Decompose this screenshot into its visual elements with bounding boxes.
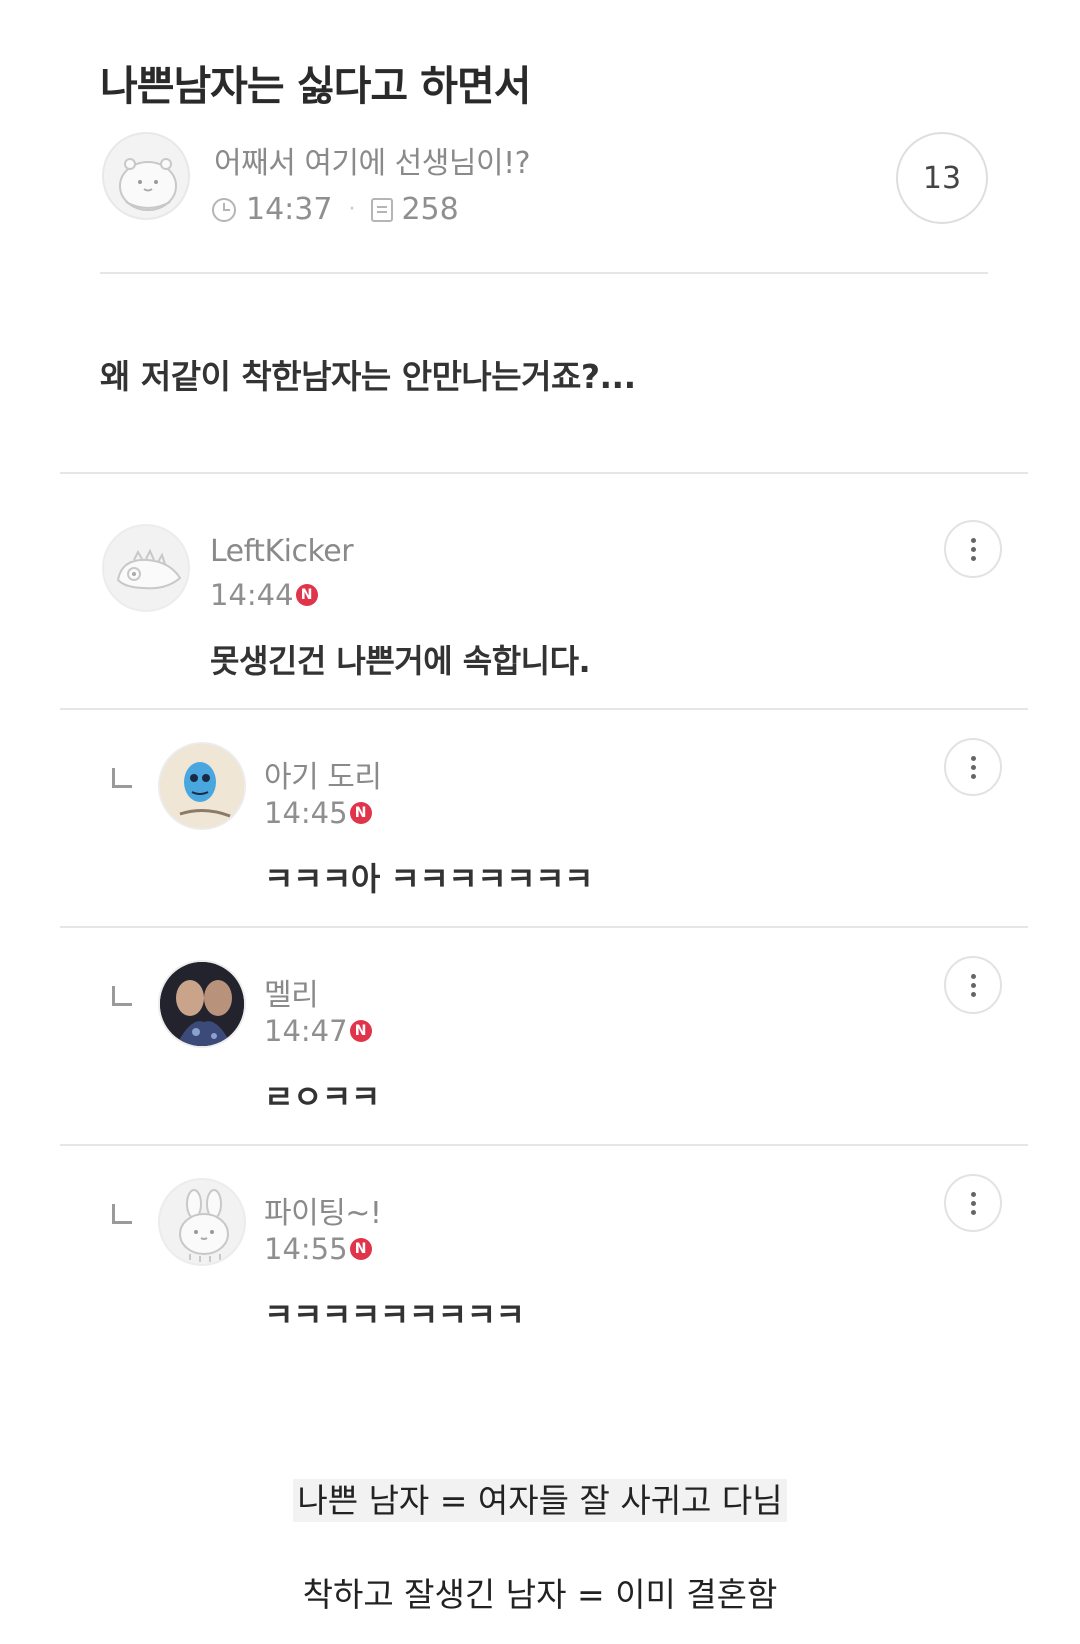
dot-icon <box>970 537 976 543</box>
comment-time: 14:45 N <box>264 796 372 830</box>
more-options-button[interactable] <box>944 738 1002 796</box>
comment-divider <box>60 1144 1028 1146</box>
dot-icon <box>970 1209 976 1215</box>
commenter-name[interactable]: 멜리 <box>264 970 319 1014</box>
comment-text: 못생긴건 나쁜거에 속합니다. <box>210 642 591 680</box>
clock-icon <box>212 197 236 222</box>
comment-time-text: 14:44 <box>210 578 294 612</box>
new-badge: N <box>349 1020 372 1042</box>
caption-text-1: 나쁜 남자 = 여자들 잘 사귀고 다님 <box>293 1479 787 1522</box>
author-name[interactable]: 어째서 여기에 선생님이!? <box>214 138 531 182</box>
comment-divider <box>60 926 1028 928</box>
new-badge: N <box>295 584 318 606</box>
dot-icon <box>970 1191 976 1197</box>
comment-time: 14:55 N <box>264 1232 372 1266</box>
dot-icon <box>970 773 976 779</box>
caption-line-1: 나쁜 남자 = 여자들 잘 사귀고 다님 <box>0 1474 1080 1522</box>
dot-icon <box>970 546 976 552</box>
more-options-button[interactable] <box>944 956 1002 1014</box>
blue-fish-avatar-icon <box>160 744 244 828</box>
post-meta: 14:37 · 258 <box>212 192 459 227</box>
author-avatar[interactable] <box>102 132 190 220</box>
comment-time: 14:47 N <box>264 1014 372 1048</box>
more-options-button[interactable] <box>944 520 1002 578</box>
reply-arrow-icon <box>112 986 132 1006</box>
post-time: 14:37 <box>246 192 333 227</box>
commenter-avatar[interactable] <box>102 524 190 612</box>
hamster-avatar-icon <box>119 158 177 211</box>
caption-line-2: 착하고 잘생긴 남자 = 이미 결혼함 <box>0 1568 1080 1616</box>
comment-text: ㅋㅋㅋ아 ㅋㅋㅋㅋㅋㅋㅋ <box>264 860 593 898</box>
commenter-name[interactable]: 파이팅~! <box>264 1188 382 1232</box>
comment-time-text: 14:47 <box>264 1014 348 1048</box>
commenter-name[interactable]: LeftKicker <box>210 534 354 569</box>
comment-divider <box>60 708 1028 710</box>
meta-separator: · <box>348 197 356 222</box>
post-views: 258 <box>401 192 459 227</box>
body-divider <box>60 472 1028 474</box>
dot-icon <box>970 973 976 979</box>
photo-avatar-icon <box>160 962 244 1046</box>
dot-icon <box>970 755 976 761</box>
dot-icon <box>970 982 976 988</box>
rabbit-avatar-icon <box>179 1189 229 1262</box>
new-badge: N <box>349 1238 372 1260</box>
views-icon <box>371 197 394 222</box>
dinosaur-avatar-icon <box>116 548 182 590</box>
comment-count-button[interactable]: 13 <box>896 132 988 224</box>
commenter-name[interactable]: 아기 도리 <box>264 752 382 796</box>
commenter-avatar[interactable] <box>158 1178 246 1266</box>
new-badge: N <box>349 802 372 824</box>
more-options-button[interactable] <box>944 1174 1002 1232</box>
comment-time-text: 14:55 <box>264 1232 348 1266</box>
comment-text: ㄹㅇㅋㅋ <box>264 1078 380 1116</box>
comment-time-text: 14:45 <box>264 796 348 830</box>
reply-arrow-icon <box>112 1204 132 1224</box>
commenter-avatar[interactable] <box>158 960 246 1048</box>
caption-text-2: 착하고 잘생긴 남자 = 이미 결혼함 <box>302 1575 778 1614</box>
comment-time: 14:44 N <box>210 578 318 612</box>
post-body: 왜 저같이 착한남자는 안만나는거죠?... <box>100 357 636 396</box>
dot-icon <box>970 764 976 770</box>
dot-icon <box>970 555 976 561</box>
reply-arrow-icon <box>112 768 132 788</box>
dot-icon <box>970 1200 976 1206</box>
commenter-avatar[interactable] <box>158 742 246 830</box>
post-title: 나쁜남자는 싫다고 하면서 <box>100 62 531 110</box>
header-divider <box>100 272 988 274</box>
comment-text: ㅋㅋㅋㅋㅋㅋㅋㅋㅋ <box>264 1296 525 1334</box>
dot-icon <box>970 991 976 997</box>
